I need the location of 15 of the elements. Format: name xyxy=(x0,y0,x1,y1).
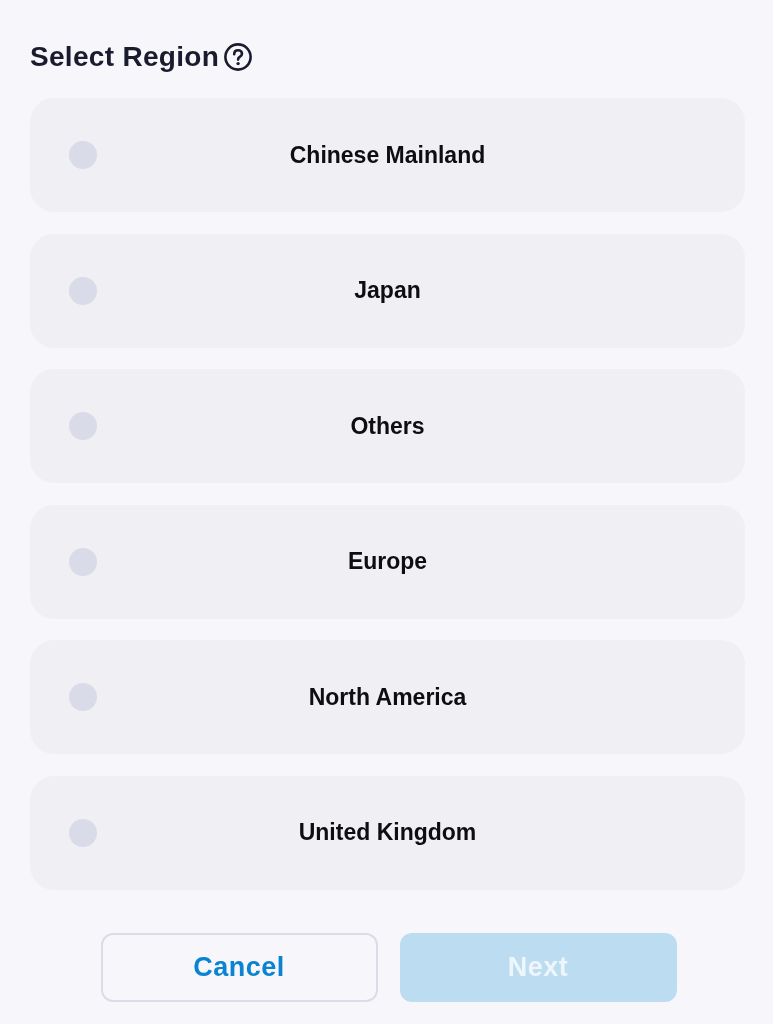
region-option[interactable]: United Kingdom xyxy=(30,775,745,890)
region-label: Chinese Mainland xyxy=(289,141,486,169)
dialog-title: Select Region xyxy=(30,40,220,74)
region-option[interactable]: Japan xyxy=(30,233,745,348)
region-label: Others xyxy=(350,412,425,440)
region-option[interactable]: Others xyxy=(30,369,745,484)
help-icon[interactable] xyxy=(224,43,253,71)
region-option[interactable]: Chinese Mainland xyxy=(30,98,745,212)
region-label: Japan xyxy=(354,277,421,305)
cancel-button[interactable]: Cancel xyxy=(100,932,378,1002)
region-label: Europe xyxy=(347,548,428,576)
region-label: North America xyxy=(308,683,467,711)
region-label: United Kingdom xyxy=(298,819,477,847)
region-option[interactable]: North America xyxy=(30,640,745,755)
region-option[interactable]: Europe xyxy=(30,504,745,619)
